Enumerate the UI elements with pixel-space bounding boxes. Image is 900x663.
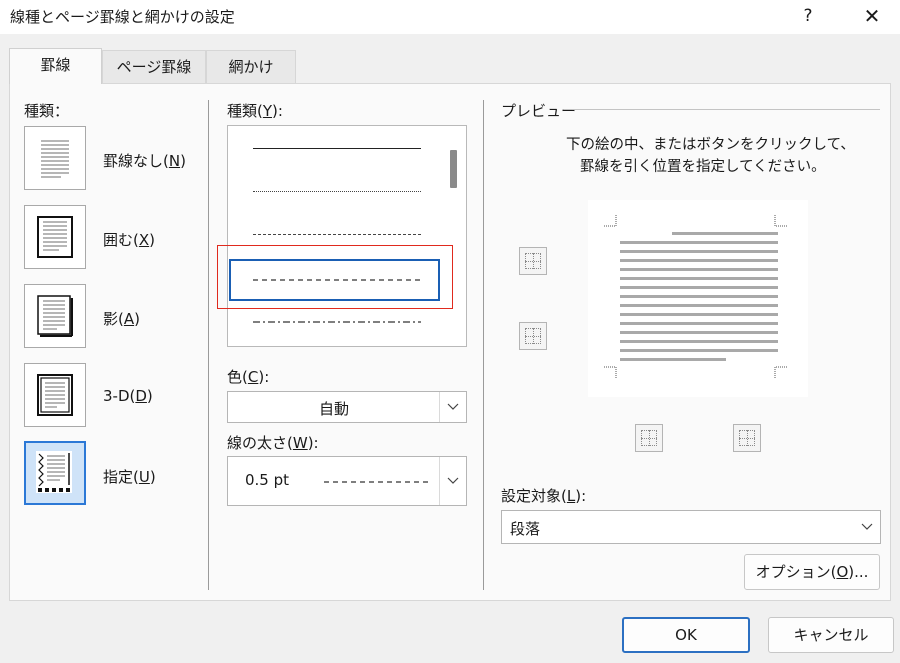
preview-text-line xyxy=(620,322,778,325)
line-style-list[interactable] xyxy=(227,125,467,347)
color-label: 色(C): xyxy=(227,368,270,386)
preview-text-line xyxy=(620,286,778,289)
color-value: 自動 xyxy=(318,400,349,418)
width-dropdown[interactable]: 0.5 pt xyxy=(227,456,467,506)
preview-text-line xyxy=(672,232,778,235)
preview-text-line xyxy=(620,277,778,280)
setting-none-icon xyxy=(41,140,69,178)
preview-text-line xyxy=(620,304,778,307)
style-option-dashed-fine[interactable] xyxy=(253,234,421,235)
corner-mark-bottom-left xyxy=(604,366,617,379)
separator xyxy=(483,100,484,590)
corner-mark-top-right xyxy=(774,214,787,227)
highlight-annotation-box xyxy=(217,245,453,309)
preview-text-line xyxy=(620,313,778,316)
window-title: 線種とページ罫線と網かけの設定 xyxy=(10,8,235,26)
style-option-dotted[interactable] xyxy=(253,191,421,192)
preview-text-line xyxy=(620,349,778,352)
setting-3d-icon xyxy=(37,374,73,416)
cancel-button[interactable]: キャンセル xyxy=(768,617,894,653)
setting-none-label: 罫線なし(N) xyxy=(103,152,186,170)
setting-shadow-button[interactable] xyxy=(24,284,86,348)
style-option-solid[interactable] xyxy=(253,148,421,149)
chevron-down-icon[interactable] xyxy=(439,457,466,505)
preview-heading: プレビュー xyxy=(501,102,577,120)
preview-text-line xyxy=(620,340,778,343)
preview-divider xyxy=(572,109,880,110)
setting-box-label: 囲む(X) xyxy=(103,231,155,249)
tab-shading[interactable]: 網かけ xyxy=(206,50,296,83)
chevron-down-icon[interactable] xyxy=(439,392,466,422)
chevron-down-icon[interactable] xyxy=(854,511,880,543)
setting-none-button[interactable] xyxy=(24,126,86,190)
preview-text-line xyxy=(620,358,726,361)
setting-custom-icon xyxy=(36,451,72,493)
border-top-icon[interactable] xyxy=(519,247,547,275)
style-heading: 種類(Y): xyxy=(227,102,283,120)
setting-custom-label: 指定(U) xyxy=(103,468,156,486)
apply-to-label: 設定対象(L): xyxy=(501,487,587,505)
setting-box-icon xyxy=(37,216,73,258)
ok-button[interactable]: OK xyxy=(622,617,750,653)
corner-mark-top-left xyxy=(604,214,617,227)
setting-3d-label: 3-D(D) xyxy=(103,387,153,405)
separator xyxy=(208,100,209,590)
preview-text-line xyxy=(620,268,778,271)
corner-mark-bottom-right xyxy=(774,366,787,379)
setting-3d-button[interactable] xyxy=(24,363,86,427)
preview-text-line xyxy=(620,259,778,262)
borders-and-shading-dialog: 線種とページ罫線と網かけの設定 ? ✕ 罫線 ページ罫線 網かけ 種類： 罫線な… xyxy=(0,0,900,663)
setting-heading: 種類： xyxy=(24,102,70,120)
color-dropdown[interactable]: 自動 xyxy=(227,391,467,423)
width-value: 0.5 pt xyxy=(245,471,290,489)
style-list-scrollbar[interactable] xyxy=(450,150,457,188)
options-button[interactable]: オプション(O)... xyxy=(744,554,880,590)
preview-text-line xyxy=(620,241,778,244)
border-right-icon[interactable] xyxy=(733,424,761,452)
setting-shadow-label: 影(A) xyxy=(103,310,140,328)
width-label: 線の太さ(W): xyxy=(227,434,319,452)
apply-to-dropdown[interactable]: 段落 xyxy=(501,510,881,544)
border-bottom-icon[interactable] xyxy=(519,322,547,350)
preview-text-line xyxy=(620,295,778,298)
style-option-dash-dot[interactable] xyxy=(253,320,421,324)
setting-shadow-icon xyxy=(37,295,73,337)
setting-box-button[interactable] xyxy=(24,205,86,269)
apply-to-value: 段落 xyxy=(510,520,541,538)
preview-text-line xyxy=(620,250,778,253)
help-icon[interactable]: ? xyxy=(796,4,820,28)
title-bar: 線種とページ罫線と網かけの設定 ? ✕ xyxy=(0,0,900,34)
tab-page-border[interactable]: ページ罫線 xyxy=(102,50,206,83)
preview-text-line xyxy=(620,331,778,334)
close-icon[interactable]: ✕ xyxy=(860,4,884,28)
tab-borders[interactable]: 罫線 xyxy=(9,48,102,84)
preview-instruction-2: 罫線を引く位置を指定してください。 xyxy=(580,159,826,175)
preview-instruction-1: 下の絵の中、またはボタンをクリックして、 xyxy=(566,137,855,153)
border-left-icon[interactable] xyxy=(635,424,663,452)
preview-canvas[interactable] xyxy=(588,200,808,397)
setting-custom-button[interactable] xyxy=(24,441,86,505)
width-preview-line xyxy=(324,481,428,483)
